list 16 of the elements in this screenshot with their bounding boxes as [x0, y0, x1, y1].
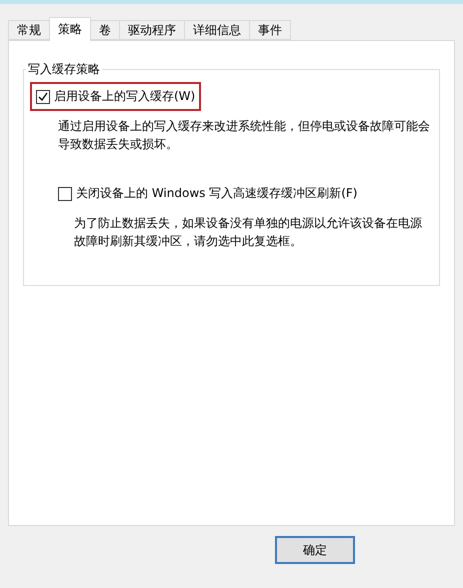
checkbox[interactable]	[58, 186, 72, 200]
ok-button[interactable]: 确定	[275, 536, 355, 564]
option-description: 通过启用设备上的写入缓存来改进系统性能，但停电或设备故障可能会导致数据丢失或损坏。	[57, 118, 431, 153]
checkbox-option[interactable]: 启用设备上的写入缓存(W)	[30, 82, 202, 111]
tab[interactable]: 详细信息	[184, 20, 250, 40]
checkbox-option[interactable]: 关闭设备上的 Windows 写入高速缓存缓冲区刷新(F)	[52, 179, 364, 208]
tab[interactable]: 策略	[49, 17, 91, 41]
checkbox-label: 关闭设备上的 Windows 写入高速缓存缓冲区刷新(F)	[76, 185, 358, 202]
tab[interactable]: 驱动程序	[119, 20, 185, 40]
checkbox-label: 启用设备上的写入缓存(W)	[54, 88, 196, 105]
tab[interactable]: 卷	[90, 20, 120, 40]
checkbox[interactable]	[36, 90, 50, 104]
tab[interactable]: 常规	[8, 20, 50, 40]
group-title: 写入缓存策略	[27, 61, 101, 78]
option-description: 为了防止数据丢失，如果设备没有单独的电源以允许该设备在电源故障时刷新其缓冲区，请勿选中此复选框。	[73, 215, 423, 250]
tab[interactable]: 事件	[249, 20, 291, 40]
